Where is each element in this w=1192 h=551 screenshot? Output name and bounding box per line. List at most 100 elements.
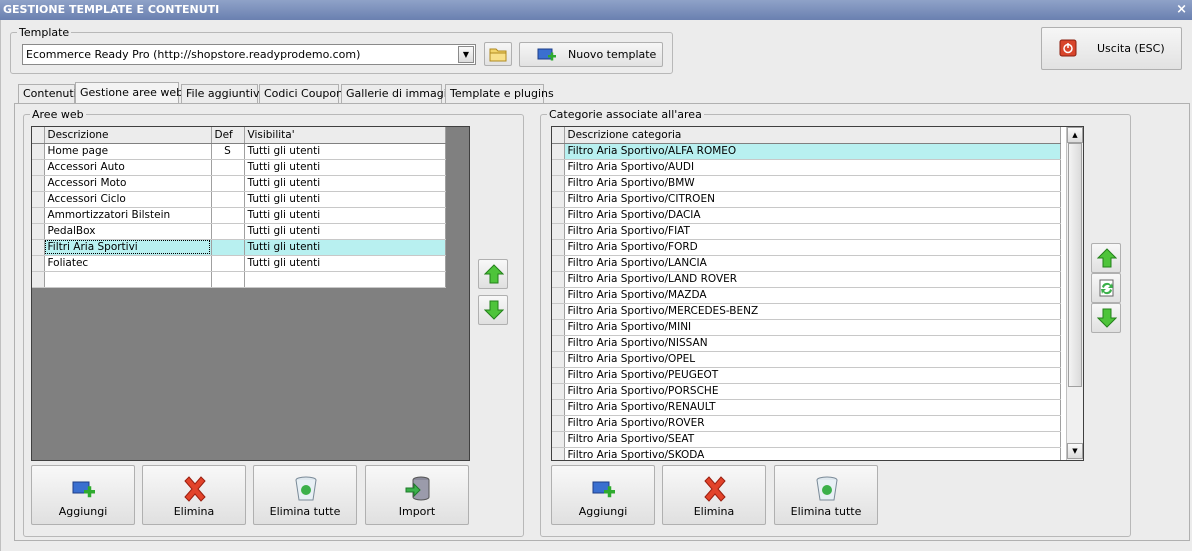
move-area-up-button[interactable] — [478, 259, 508, 289]
area-description-cell[interactable]: Filtri Aria Sportivi — [44, 239, 212, 256]
area-visibility-cell[interactable]: Tutti gli utenti — [244, 143, 446, 160]
delete-category-button[interactable]: Elimina — [662, 465, 766, 525]
area-visibility-cell[interactable]: Tutti gli utenti — [244, 223, 446, 240]
area-default-cell[interactable] — [211, 239, 245, 256]
move-category-down-button[interactable] — [1091, 303, 1121, 333]
area-visibility-cell[interactable]: Tutti gli utenti — [244, 239, 446, 256]
sort-categories-button[interactable] — [1091, 273, 1121, 303]
category-description-cell[interactable]: Filtro Aria Sportivo/SEAT — [564, 431, 1061, 448]
area-visibility-cell[interactable]: Tutti gli utenti — [244, 159, 446, 176]
area-row[interactable]: Filtri Aria Sportivi Tutti gli utenti — [32, 239, 446, 256]
area-description-cell[interactable]: PedalBox — [44, 223, 212, 240]
tab-file-aggiuntivi[interactable]: File aggiuntivi — [181, 84, 263, 103]
area-default-cell[interactable] — [211, 255, 245, 272]
category-description-cell[interactable]: Filtro Aria Sportivo/NISSAN — [564, 335, 1061, 352]
add-area-button[interactable]: Aggiungi — [31, 465, 135, 525]
area-default-cell[interactable] — [211, 223, 245, 240]
area-description-cell[interactable]: Foliatec — [44, 255, 212, 272]
column-header-visibilita[interactable]: Visibilita' — [244, 127, 446, 144]
area-description-cell[interactable]: Ammortizzatori Bilstein — [44, 207, 212, 224]
category-description-cell[interactable]: Filtro Aria Sportivo/PEUGEOT — [564, 367, 1061, 384]
tab-codici-coupon[interactable]: Codici Coupon — [259, 84, 343, 103]
area-row[interactable]: Accessori Ciclo Tutti gli utenti — [32, 191, 446, 208]
area-default-cell[interactable] — [211, 175, 245, 192]
area-default-cell[interactable] — [211, 159, 245, 176]
area-row[interactable] — [32, 271, 446, 288]
category-description-cell[interactable]: Filtro Aria Sportivo/MINI — [564, 319, 1061, 336]
area-default-cell[interactable]: S — [211, 143, 245, 160]
category-row[interactable]: Filtro Aria Sportivo/PEUGEOT — [552, 367, 1061, 384]
category-row[interactable]: Filtro Aria Sportivo/PORSCHE — [552, 383, 1061, 400]
category-description-cell[interactable]: Filtro Aria Sportivo/DACIA — [564, 207, 1061, 224]
category-description-cell[interactable]: Filtro Aria Sportivo/BMW — [564, 175, 1061, 192]
category-description-cell[interactable]: Filtro Aria Sportivo/CITROEN — [564, 191, 1061, 208]
category-description-cell[interactable]: Filtro Aria Sportivo/MERCEDES-BENZ — [564, 303, 1061, 320]
close-icon[interactable]: × — [1176, 0, 1187, 20]
delete-all-categories-button[interactable]: Elimina tutte — [774, 465, 878, 525]
category-row[interactable]: Filtro Aria Sportivo/NISSAN — [552, 335, 1061, 352]
category-row[interactable]: Filtro Aria Sportivo/RENAULT — [552, 399, 1061, 416]
area-visibility-cell[interactable]: Tutti gli utenti — [244, 255, 446, 272]
area-row[interactable]: PedalBox Tutti gli utenti — [32, 223, 446, 240]
scroll-up-icon[interactable]: ▲ — [1067, 127, 1083, 143]
tab-gallerie-immagini[interactable]: Gallerie di immagini — [341, 84, 457, 103]
category-row[interactable]: Filtro Aria Sportivo/ROVER — [552, 415, 1061, 432]
category-row[interactable]: Filtro Aria Sportivo/CITROEN — [552, 191, 1061, 208]
area-description-cell[interactable]: Accessori Auto — [44, 159, 212, 176]
category-row[interactable]: Filtro Aria Sportivo/MAZDA — [552, 287, 1061, 304]
category-row[interactable]: Filtro Aria Sportivo/FIAT — [552, 223, 1061, 240]
area-visibility-cell[interactable]: Tutti gli utenti — [244, 191, 446, 208]
category-description-cell[interactable]: Filtro Aria Sportivo/PORSCHE — [564, 383, 1061, 400]
area-description-cell[interactable]: Accessori Moto — [44, 175, 212, 192]
move-category-up-button[interactable] — [1091, 243, 1121, 273]
category-description-cell[interactable]: Filtro Aria Sportivo/FORD — [564, 239, 1061, 256]
category-row[interactable]: Filtro Aria Sportivo/SKODA — [552, 447, 1061, 460]
category-description-cell[interactable]: Filtro Aria Sportivo/ROVER — [564, 415, 1061, 432]
tab-gestione-aree-web[interactable]: Gestione aree web — [75, 82, 183, 104]
category-row[interactable]: Filtro Aria Sportivo/MERCEDES-BENZ — [552, 303, 1061, 320]
category-description-cell[interactable]: Filtro Aria Sportivo/MAZDA — [564, 287, 1061, 304]
column-header-def[interactable]: Def — [211, 127, 245, 144]
category-row[interactable]: Filtro Aria Sportivo/LAND ROVER — [552, 271, 1061, 288]
column-header-descrizione-categoria[interactable]: Descrizione categoria — [564, 127, 1061, 144]
area-row[interactable]: Accessori Moto Tutti gli utenti — [32, 175, 446, 192]
category-description-cell[interactable]: Filtro Aria Sportivo/LAND ROVER — [564, 271, 1061, 288]
area-description-cell[interactable] — [44, 271, 212, 288]
template-select[interactable]: Ecommerce Ready Pro (http://shopstore.re… — [22, 44, 476, 65]
open-folder-button[interactable] — [484, 42, 512, 66]
area-row[interactable]: Home page S Tutti gli utenti — [32, 143, 446, 160]
category-description-cell[interactable]: Filtro Aria Sportivo/ALFA ROMEO — [564, 143, 1061, 160]
delete-area-button[interactable]: Elimina — [142, 465, 246, 525]
area-default-cell[interactable] — [211, 191, 245, 208]
area-default-cell[interactable] — [211, 207, 245, 224]
category-row[interactable]: Filtro Aria Sportivo/MINI — [552, 319, 1061, 336]
tab-template-plugins[interactable]: Template e plugins — [445, 84, 554, 103]
category-description-cell[interactable]: Filtro Aria Sportivo/OPEL — [564, 351, 1061, 368]
delete-all-areas-button[interactable]: Elimina tutte — [253, 465, 357, 525]
category-description-cell[interactable]: Filtro Aria Sportivo/AUDI — [564, 159, 1061, 176]
area-row[interactable]: Accessori Auto Tutti gli utenti — [32, 159, 446, 176]
categories-scrollbar[interactable]: ▲ ▼ — [1066, 127, 1083, 460]
scroll-thumb[interactable] — [1068, 143, 1082, 387]
exit-button[interactable]: Uscita (ESC) — [1041, 27, 1182, 70]
import-button[interactable]: Import — [365, 465, 469, 525]
category-row[interactable]: Filtro Aria Sportivo/BMW — [552, 175, 1061, 192]
area-visibility-cell[interactable]: Tutti gli utenti — [244, 207, 446, 224]
area-row[interactable]: Foliatec Tutti gli utenti — [32, 255, 446, 272]
area-visibility-cell[interactable]: Tutti gli utenti — [244, 175, 446, 192]
category-description-cell[interactable]: Filtro Aria Sportivo/FIAT — [564, 223, 1061, 240]
chevron-down-icon[interactable]: ▼ — [458, 46, 474, 63]
scroll-down-icon[interactable]: ▼ — [1067, 443, 1083, 459]
category-description-cell[interactable]: Filtro Aria Sportivo/LANCIA — [564, 255, 1061, 272]
category-row[interactable]: Filtro Aria Sportivo/OPEL — [552, 351, 1061, 368]
tab-contenuti[interactable]: Contenuti — [18, 84, 77, 103]
areas-grid[interactable]: Descrizione Def Visibilita' Home page S Tu… — [31, 126, 470, 461]
category-description-cell[interactable]: Filtro Aria Sportivo/RENAULT — [564, 399, 1061, 416]
category-row[interactable]: Filtro Aria Sportivo/FORD — [552, 239, 1061, 256]
add-category-button[interactable]: Aggiungi — [551, 465, 655, 525]
area-description-cell[interactable]: Home page — [44, 143, 212, 160]
category-row[interactable]: Filtro Aria Sportivo/AUDI — [552, 159, 1061, 176]
new-template-button[interactable]: Nuovo template — [519, 42, 663, 67]
category-row[interactable]: Filtro Aria Sportivo/ALFA ROMEO — [552, 143, 1061, 160]
area-row[interactable]: Ammortizzatori Bilstein Tutti gli utenti — [32, 207, 446, 224]
